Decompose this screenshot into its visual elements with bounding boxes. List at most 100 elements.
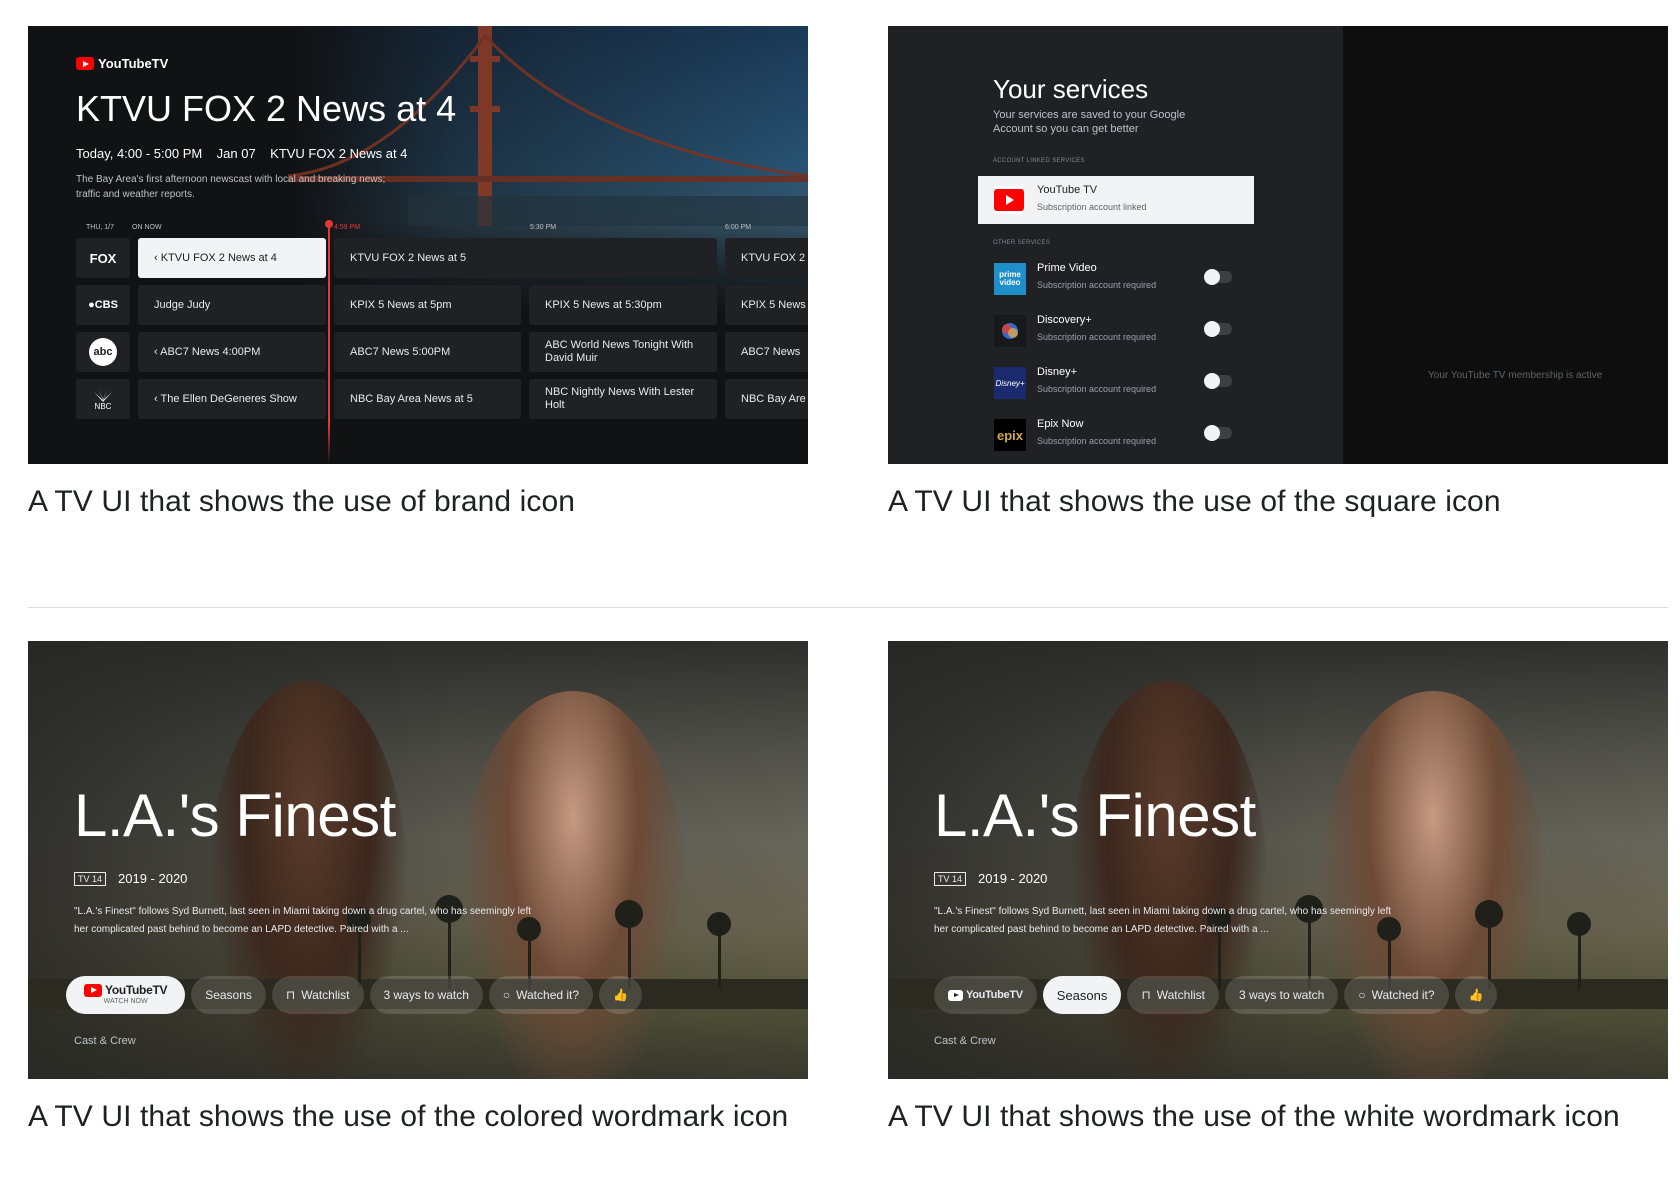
service-status: Subscription account required xyxy=(1037,436,1157,446)
cbs-logo[interactable]: ●CBS xyxy=(76,285,130,325)
circle-icon: ○ xyxy=(502,988,511,1002)
program-cell[interactable]: NBC Bay Area News at 5 xyxy=(334,379,521,419)
program-cell[interactable]: ‹ KTVU FOX 2 News at 4 xyxy=(138,238,326,278)
program-cell[interactable]: KTVU FOX 2 News at 5 xyxy=(334,238,717,278)
guide-screenshot: YouTubeTV KTVU FOX 2 News at 4 Today, 4:… xyxy=(28,26,808,464)
program-cell[interactable]: KPIX 5 News xyxy=(725,285,808,325)
watch-now-label: WATCH NOW xyxy=(103,997,148,1005)
program-cell[interactable]: ABC World News Tonight With David Muir xyxy=(529,332,717,372)
watched-label: Watched it? xyxy=(1371,988,1435,1002)
ways-to-watch-button[interactable]: 3 ways to watch xyxy=(369,976,483,1014)
card-brand-icon: YouTubeTV KTVU FOX 2 News at 4 Today, 4:… xyxy=(28,26,808,526)
youtube-tv-watch-button[interactable]: YouTubeTV xyxy=(934,976,1037,1014)
watchlist-label: Watchlist xyxy=(1156,988,1205,1002)
prime-video-icon: prime video xyxy=(994,263,1026,295)
youtube-play-icon xyxy=(84,983,102,997)
show-rating-row: TV 14 2019 - 2020 xyxy=(74,871,187,886)
bookmark-icon: ⊓ xyxy=(285,988,296,1002)
show-years: 2019 - 2020 xyxy=(118,871,188,886)
seasons-button[interactable]: Seasons xyxy=(1042,976,1122,1014)
discovery-icon xyxy=(994,315,1026,347)
program-cell[interactable]: KPIX 5 News at 5pm xyxy=(334,285,521,325)
poster-person-left xyxy=(1068,681,1268,1079)
brand-label: YouTubeTV xyxy=(98,56,169,71)
action-bar: YouTubeTV WATCH NOW Seasons ⊓ Watchlist 3… xyxy=(66,976,642,1014)
disney-plus-icon: Disney+ xyxy=(994,367,1026,399)
time-600: 6:00 PM xyxy=(725,224,752,231)
watched-it-button[interactable]: ○ Watched it? xyxy=(488,976,594,1014)
ways-to-watch-button[interactable]: 3 ways to watch xyxy=(1224,976,1339,1014)
show-synopsis: "L.A.'s Finest" follows Syd Burnett, las… xyxy=(74,906,531,935)
time-on-now: ON NOW xyxy=(132,224,162,231)
services-screenshot: Your services Your services are saved to… xyxy=(888,26,1668,464)
program-cell[interactable]: NBC Bay Are xyxy=(725,379,808,419)
caption-brand-icon: A TV UI that shows the use of brand icon xyxy=(28,485,576,518)
service-name: Epix Now xyxy=(1037,418,1084,430)
program-cell[interactable]: ‹ ABC7 News 4:00PM xyxy=(138,332,326,372)
youtube-red-icon xyxy=(994,189,1024,211)
watchlist-label: Watchlist xyxy=(301,988,350,1002)
program-cell[interactable]: KPIX 5 News at 5:30pm xyxy=(529,285,717,325)
thumbs-icon: 👍 xyxy=(613,988,628,1002)
youtube-tv-square-icon xyxy=(994,186,1024,214)
services-title: Your services xyxy=(993,74,1149,104)
card-colored-wordmark: L.A.'s Finest TV 14 2019 - 2020 "L.A.'s F… xyxy=(28,641,808,1141)
details-screenshot: L.A.'s Finest TV 14 2019 - 2020 "L.A.'s F… xyxy=(28,641,808,1079)
service-name: Discovery+ xyxy=(1037,314,1092,326)
seasons-button[interactable]: Seasons xyxy=(191,976,266,1014)
epix-icon-text: epix xyxy=(996,427,1023,443)
membership-status: Your YouTube TV membership is active xyxy=(1428,370,1603,381)
wordmark-label: YouTubeTV xyxy=(966,989,1023,1001)
time-530: 5:30 PM xyxy=(530,224,557,231)
card-white-wordmark: L.A.'s Finest TV 14 2019 - 2020 "L.A.'s F… xyxy=(888,641,1668,1141)
services-subtitle: Your services are saved to your Google A… xyxy=(993,109,1186,135)
service-discovery-plus[interactable]: Discovery+ Subscription account required xyxy=(978,306,1254,354)
caption-square-icon: A TV UI that shows the use of the square… xyxy=(888,485,1501,518)
service-toggle[interactable] xyxy=(1204,269,1232,285)
bottom-fade xyxy=(28,424,808,464)
discovery-globe-icon xyxy=(1002,323,1018,339)
show-title: L.A.'s Finest xyxy=(934,782,1256,849)
abc-logo[interactable]: abc xyxy=(76,332,130,372)
rating-badge: TV 14 xyxy=(74,871,107,886)
program-meta: Today, 4:00 - 5:00 PM Jan 07 KTVU FOX 2 … xyxy=(76,146,408,161)
show-rating-row: TV 14 2019 - 2020 xyxy=(934,871,1047,886)
details-screenshot: L.A.'s Finest TV 14 2019 - 2020 "L.A.'s F… xyxy=(888,641,1668,1079)
program-cell[interactable]: Judge Judy xyxy=(138,285,326,325)
watched-it-button[interactable]: ○ Watched it? xyxy=(1344,976,1449,1014)
fox-logo[interactable]: FOX xyxy=(76,238,130,278)
service-prime-video[interactable]: prime video Prime Video Subscription acc… xyxy=(978,254,1254,302)
nbc-logo[interactable]: NBC xyxy=(76,379,130,419)
bookmark-icon: ⊓ xyxy=(1141,988,1151,1002)
circle-icon: ○ xyxy=(1358,988,1366,1002)
rate-button[interactable]: 👍 xyxy=(599,976,642,1014)
poster-person-left xyxy=(208,681,408,1079)
program-cell[interactable]: ABC7 News xyxy=(725,332,808,372)
rate-button[interactable]: 👍 xyxy=(1454,976,1498,1014)
linked-services-header: Account linked services xyxy=(993,158,1085,164)
show-years: 2019 - 2020 xyxy=(978,871,1048,886)
youtube-tv-white-wordmark: YouTubeTV xyxy=(948,989,1023,1001)
watchlist-button[interactable]: ⊓ Watchlist xyxy=(1127,976,1219,1014)
other-services-header: Other services xyxy=(993,240,1051,246)
action-bar: YouTubeTV Seasons ⊓ Watchlist 3 ways to w… xyxy=(934,976,1498,1014)
program-cell[interactable]: KTVU FOX 2 xyxy=(725,238,808,278)
service-youtube-tv[interactable]: YouTube TV Subscription account linked xyxy=(978,176,1254,224)
now-time: 4:59 PM xyxy=(334,224,361,231)
youtube-tv-watch-button[interactable]: YouTubeTV WATCH NOW xyxy=(66,976,186,1014)
service-toggle[interactable] xyxy=(1204,373,1232,389)
nbc-logo-text: NBC xyxy=(94,401,112,411)
show-synopsis: "L.A.'s Finest" follows Syd Burnett, las… xyxy=(934,906,1391,935)
program-cell[interactable]: ABC7 News 5:00PM xyxy=(334,332,521,372)
service-toggle[interactable] xyxy=(1204,321,1232,337)
prime-video-icon-text: prime video xyxy=(999,270,1021,287)
service-epix-now[interactable]: epix Epix Now Subscription account requi… xyxy=(978,410,1254,458)
watchlist-button[interactable]: ⊓ Watchlist xyxy=(271,976,364,1014)
service-disney-plus[interactable]: Disney+ Disney+ Subscription account req… xyxy=(978,358,1254,406)
program-cell[interactable]: ‹ The Ellen DeGeneres Show xyxy=(138,379,326,419)
service-name: YouTube TV xyxy=(1037,184,1098,196)
watched-label: Watched it? xyxy=(516,988,580,1002)
wordmark-label: YouTubeTV xyxy=(105,983,168,997)
service-toggle[interactable] xyxy=(1204,425,1232,441)
program-cell[interactable]: NBC Nightly News With Lester Holt xyxy=(529,379,717,419)
